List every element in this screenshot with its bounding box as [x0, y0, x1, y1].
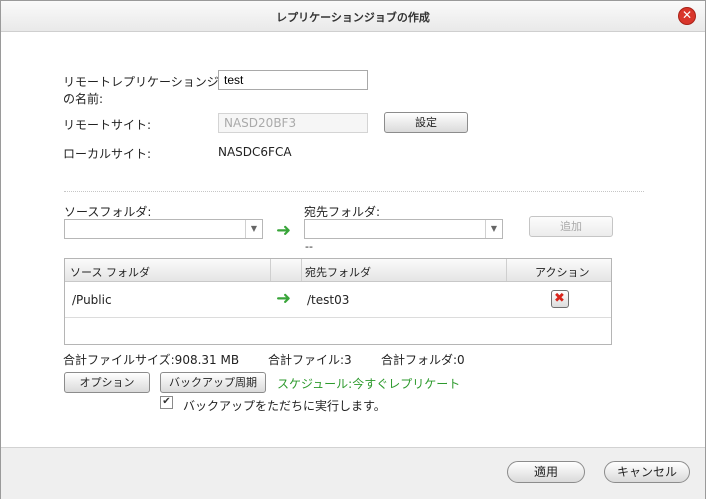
local-site-value: NASDC6FCA	[218, 145, 292, 159]
arrow-right-icon: ➜	[276, 288, 292, 309]
folder-pair-table: ソース フォルダ 宛先フォルダ アクション /Public ➜ /test03 …	[64, 258, 612, 345]
job-name-label-line1: リモートレプリケーションジョブ	[63, 75, 243, 89]
job-name-input[interactable]	[218, 70, 368, 90]
table-header: ソース フォルダ 宛先フォルダ アクション	[65, 259, 611, 282]
replication-dialog: レプリケーションジョブの作成 ✕ リモートレプリケーションジョブ の名前: リモ…	[0, 0, 706, 499]
options-button[interactable]: オプション	[64, 372, 150, 393]
run-now-checkbox[interactable]: ✔	[160, 396, 173, 409]
column-separator	[301, 259, 302, 281]
dest-folder-label: 宛先フォルダ:	[304, 205, 381, 219]
local-site-label: ローカルサイト:	[63, 147, 152, 161]
arrow-right-icon: ➜	[276, 220, 292, 241]
section-divider	[64, 191, 644, 192]
column-separator	[506, 259, 507, 281]
apply-button[interactable]: 適用	[507, 461, 585, 483]
header-action: アクション	[535, 266, 590, 279]
total-folders: 合計フォルダ:0	[381, 353, 465, 367]
row-dest: /test03	[307, 293, 350, 307]
job-name-label: リモートレプリケーションジョブ の名前:	[63, 73, 243, 107]
source-folder-select[interactable]: ▼	[64, 219, 263, 239]
header-dest: 宛先フォルダ	[305, 266, 371, 279]
chevron-down-icon: ▼	[245, 220, 262, 238]
dest-placeholder: --	[305, 240, 313, 253]
title-bar: レプリケーションジョブの作成 ✕	[1, 1, 705, 32]
settings-button[interactable]: 設定	[384, 112, 468, 133]
total-files: 合計ファイル:3	[268, 353, 352, 367]
header-source: ソース フォルダ	[70, 266, 150, 279]
delete-icon[interactable]: ✖	[551, 290, 569, 308]
row-source: /Public	[72, 293, 112, 307]
remote-site-field: NASD20BF3	[218, 113, 368, 133]
dest-folder-select[interactable]: ▼	[304, 219, 503, 239]
backup-schedule-button[interactable]: バックアップ周期	[160, 372, 266, 393]
schedule-text: スケジュール:今すぐレプリケート	[277, 377, 461, 391]
close-icon[interactable]: ✕	[678, 7, 696, 25]
dialog-title: レプリケーションジョブの作成	[276, 11, 430, 24]
run-now-label: バックアップをただちに実行します。	[183, 399, 386, 413]
dialog-footer: 適用 キャンセル	[1, 447, 705, 499]
column-separator	[270, 259, 271, 281]
total-size: 合計ファイルサイズ:908.31 MB	[63, 353, 240, 367]
add-button[interactable]: 追加	[529, 216, 613, 237]
table-row[interactable]: /Public ➜ /test03 ✖	[65, 282, 611, 318]
job-name-label-line2: の名前:	[63, 92, 104, 106]
remote-site-label: リモートサイト:	[63, 118, 152, 132]
chevron-down-icon: ▼	[485, 220, 502, 238]
cancel-button[interactable]: キャンセル	[604, 461, 690, 483]
source-folder-label: ソースフォルダ:	[64, 205, 152, 219]
